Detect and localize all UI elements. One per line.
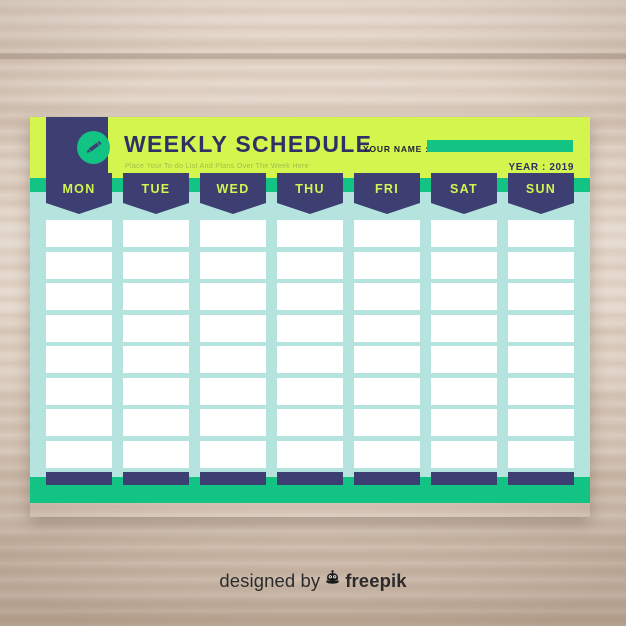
day-tab-label: MON [62, 182, 96, 196]
schedule-cell[interactable] [123, 283, 189, 310]
schedule-cell[interactable] [123, 220, 189, 247]
day-tabs: MON TUE WED THU FRI SAT SUN [30, 173, 590, 214]
schedule-cell[interactable] [277, 314, 343, 342]
day-tab-sun[interactable]: SUN [508, 173, 574, 214]
schedule-cell[interactable] [46, 220, 112, 247]
credit-prefix: designed by [219, 570, 321, 591]
schedule-cell[interactable] [277, 220, 343, 247]
schedule-column-footer[interactable] [354, 472, 420, 485]
schedule-cell[interactable] [508, 251, 574, 279]
day-tab-label: WED [216, 182, 250, 196]
schedule-cell[interactable] [431, 440, 497, 468]
day-tab-label: FRI [374, 182, 400, 196]
your-name-label: YOUR NAME : [363, 144, 429, 154]
day-tab-mon[interactable]: MON [46, 173, 112, 214]
page-title: WEEKLY SCHEDULE [124, 131, 373, 157]
schedule-cell[interactable] [200, 377, 266, 405]
day-tab-label: SAT [450, 182, 478, 196]
schedule-cell[interactable] [354, 314, 420, 342]
day-tab-label: TUE [141, 182, 171, 196]
schedule-cell[interactable] [123, 251, 189, 279]
schedule-cell[interactable] [354, 346, 420, 373]
logo-panel [46, 117, 110, 178]
schedule-cell[interactable] [508, 220, 574, 247]
schedule-cell[interactable] [46, 346, 112, 373]
schedule-cell[interactable] [354, 220, 420, 247]
schedule-cell[interactable] [200, 251, 266, 279]
pencil-icon [77, 131, 110, 164]
weekly-schedule-sheet: WEEKLY SCHEDULE Place Your To-do List An… [30, 117, 590, 517]
year-text: YEAR : 2019 [508, 162, 574, 173]
day-tab-sat[interactable]: SAT [431, 173, 497, 214]
freepik-credit: designed by freepik [0, 570, 626, 594]
day-tab-wed[interactable]: WED [200, 173, 266, 214]
schedule-cell[interactable] [508, 346, 574, 373]
schedule-cell[interactable] [200, 409, 266, 436]
schedule-cell[interactable] [431, 220, 497, 247]
schedule-cell[interactable] [431, 314, 497, 342]
schedule-cell[interactable] [46, 440, 112, 468]
schedule-column-footer[interactable] [200, 472, 266, 485]
day-tab-thu[interactable]: THU [277, 173, 343, 214]
schedule-cell[interactable] [431, 283, 497, 310]
schedule-cell[interactable] [46, 283, 112, 310]
schedule-cell[interactable] [277, 251, 343, 279]
schedule-cell[interactable] [277, 377, 343, 405]
schedule-cell[interactable] [354, 440, 420, 468]
schedule-cell[interactable] [46, 377, 112, 405]
schedule-column-footer[interactable] [46, 472, 112, 485]
day-tab-label: THU [295, 182, 325, 196]
schedule-cell[interactable] [46, 314, 112, 342]
credit-brand: freepik [345, 570, 407, 591]
schedule-cell[interactable] [508, 440, 574, 468]
schedule-cell[interactable] [431, 377, 497, 405]
schedule-grid [30, 213, 590, 485]
schedule-cell[interactable] [200, 346, 266, 373]
schedule-cell[interactable] [508, 377, 574, 405]
schedule-cell[interactable] [277, 409, 343, 436]
schedule-cell[interactable] [200, 283, 266, 310]
freepik-robot-icon [323, 570, 342, 594]
schedule-cell[interactable] [277, 283, 343, 310]
day-tab-fri[interactable]: FRI [354, 173, 420, 214]
schedule-cell[interactable] [508, 314, 574, 342]
schedule-cell[interactable] [123, 314, 189, 342]
schedule-cell[interactable] [123, 409, 189, 436]
schedule-column-footer[interactable] [431, 472, 497, 485]
schedule-column-footer[interactable] [508, 472, 574, 485]
your-name-input[interactable] [427, 140, 573, 152]
schedule-cell[interactable] [46, 409, 112, 436]
schedule-cell[interactable] [277, 346, 343, 373]
page-subtitle: Place Your To-do List And Plans Over The… [125, 161, 309, 170]
schedule-cell[interactable] [431, 409, 497, 436]
day-tab-tue[interactable]: TUE [123, 173, 189, 214]
schedule-cell[interactable] [123, 440, 189, 468]
schedule-cell[interactable] [508, 409, 574, 436]
schedule-cell[interactable] [200, 440, 266, 468]
schedule-cell[interactable] [431, 251, 497, 279]
schedule-cell[interactable] [431, 346, 497, 373]
schedule-cell[interactable] [123, 377, 189, 405]
schedule-cell[interactable] [123, 346, 189, 373]
schedule-cell[interactable] [354, 409, 420, 436]
schedule-cell[interactable] [200, 314, 266, 342]
schedule-cell[interactable] [200, 220, 266, 247]
day-tab-label: SUN [525, 182, 557, 196]
schedule-column-footer[interactable] [123, 472, 189, 485]
schedule-cell[interactable] [354, 283, 420, 310]
schedule-column-footer[interactable] [277, 472, 343, 485]
schedule-cell[interactable] [354, 377, 420, 405]
schedule-cell[interactable] [46, 251, 112, 279]
schedule-cell[interactable] [354, 251, 420, 279]
schedule-cell[interactable] [508, 283, 574, 310]
schedule-cell[interactable] [277, 440, 343, 468]
